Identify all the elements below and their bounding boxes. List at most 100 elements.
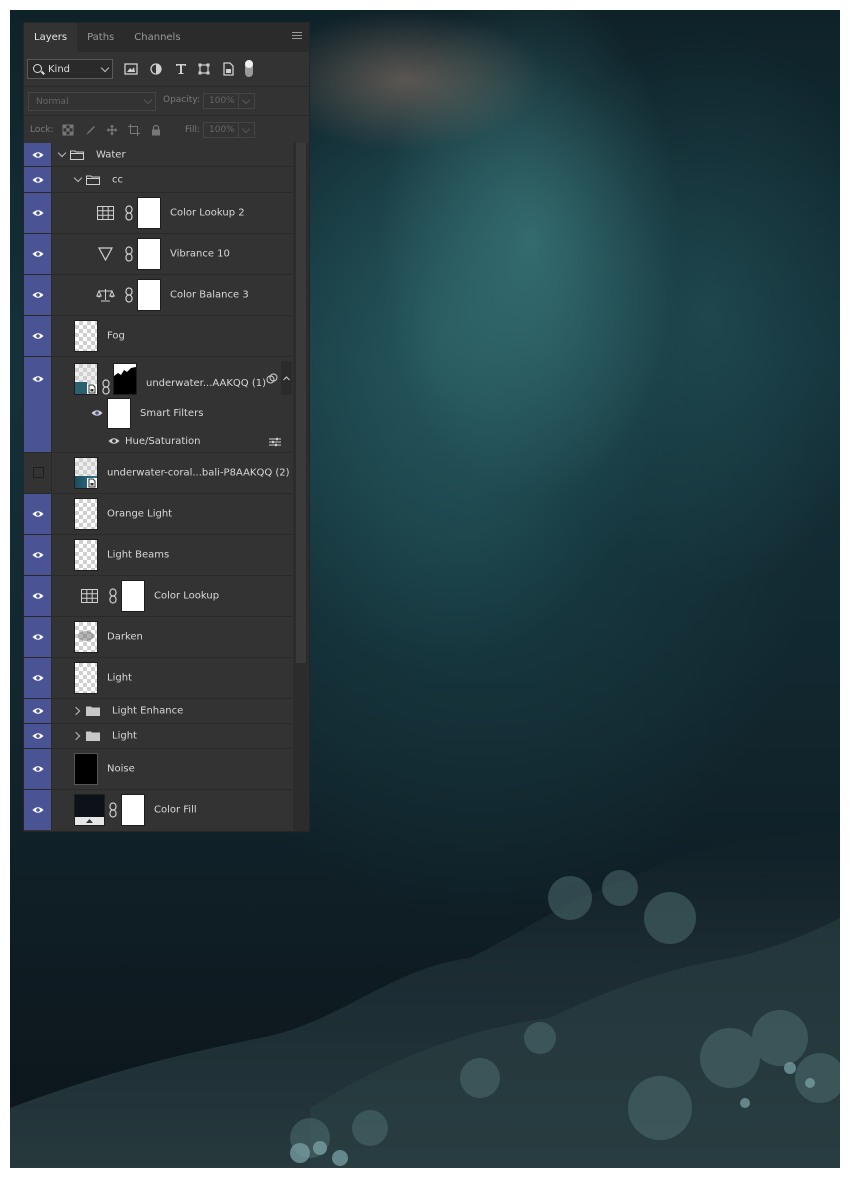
visibility-toggle[interactable]: [24, 143, 52, 166]
link-chain-icon[interactable]: [125, 287, 133, 303]
layer-color-lookup[interactable]: Color Lookup: [24, 576, 292, 617]
layer-orange-light[interactable]: Orange Light: [24, 494, 292, 535]
layer-light-beams[interactable]: Light Beams: [24, 535, 292, 576]
group-collapsed-arrow-icon[interactable]: [71, 706, 81, 716]
visibility-toggle[interactable]: [24, 453, 52, 493]
lock-all-icon[interactable]: [150, 124, 162, 136]
layer-color-lookup-2[interactable]: Color Lookup 2: [24, 193, 292, 234]
visibility-toggle[interactable]: [24, 749, 52, 789]
visibility-toggle[interactable]: [24, 699, 52, 723]
lock-artboard-icon[interactable]: [128, 124, 140, 136]
layer-name: underwater-coral...bali-P8AAKQQ (2): [107, 467, 290, 479]
eye-icon: [32, 733, 44, 739]
folder-open-icon: [70, 150, 84, 160]
layer-thumbnail[interactable]: [74, 498, 98, 530]
layers-scrollbar[interactable]: [293, 143, 309, 831]
filter-kind-select[interactable]: Kind: [27, 59, 113, 79]
tab-layers[interactable]: Layers: [24, 23, 78, 52]
link-chain-icon[interactable]: [109, 588, 117, 604]
layer-vibrance-10[interactable]: Vibrance 10: [24, 234, 292, 275]
type-layer-filter-icon[interactable]: [173, 61, 189, 77]
blend-mode-select[interactable]: Normal: [28, 92, 156, 111]
lock-position-icon[interactable]: [106, 124, 118, 136]
smart-filters-visibility-eye-icon[interactable]: [91, 409, 103, 417]
layer-mask-thumbnail[interactable]: [137, 238, 161, 270]
link-chain-icon[interactable]: [125, 246, 133, 262]
eye-icon: [32, 176, 44, 183]
layer-color-balance-3[interactable]: Color Balance 3: [24, 275, 292, 316]
layer-color-fill[interactable]: Color Fill: [24, 790, 292, 830]
visibility-toggle[interactable]: [24, 790, 52, 830]
group-collapsed-arrow-icon[interactable]: [71, 731, 81, 741]
visibility-toggle[interactable]: [24, 724, 52, 748]
layer-darken[interactable]: Darken: [24, 617, 292, 658]
layer-group-cc[interactable]: cc: [24, 167, 292, 193]
pixel-layer-filter-icon[interactable]: [123, 61, 139, 77]
visibility-toggle[interactable]: [24, 617, 52, 657]
visibility-toggle[interactable]: [24, 357, 52, 452]
layer-fog[interactable]: Fog: [24, 316, 292, 357]
layer-group-water[interactable]: Water: [24, 143, 292, 167]
collapse-effects-button[interactable]: [281, 361, 292, 395]
eye-icon: [32, 376, 44, 382]
link-chain-icon[interactable]: [109, 802, 117, 818]
panel-menu-icon[interactable]: [292, 32, 302, 41]
layer-mask-thumbnail[interactable]: [137, 279, 161, 311]
filter-toggle-switch-icon[interactable]: [243, 57, 255, 79]
color-lookup-grid-icon: [97, 206, 114, 220]
visibility-toggle[interactable]: [24, 316, 52, 356]
visibility-toggle[interactable]: [24, 193, 52, 233]
layer-noise[interactable]: Noise: [24, 749, 292, 790]
fill-field[interactable]: 100%: [203, 122, 255, 138]
filter-name[interactable]: Hue/Saturation: [125, 436, 201, 447]
smart-object-thumbnail[interactable]: [74, 363, 98, 395]
eye-icon: [32, 593, 44, 599]
layer-thumbnail[interactable]: [74, 320, 98, 352]
scrollbar-thumb[interactable]: [296, 143, 306, 663]
group-expand-arrow-icon[interactable]: [73, 173, 83, 182]
blending-options-icon[interactable]: [269, 437, 281, 447]
fill-color-thumbnail[interactable]: [74, 794, 105, 826]
layer-mask-thumbnail[interactable]: [113, 363, 137, 395]
layer-underwater-2[interactable]: underwater-coral...bali-P8AAKQQ (2): [24, 453, 292, 494]
visibility-toggle[interactable]: [24, 275, 52, 315]
visibility-toggle[interactable]: [24, 494, 52, 534]
smart-object-filter-icon[interactable]: [220, 61, 236, 77]
group-expand-arrow-icon[interactable]: [57, 148, 67, 157]
eye-icon: [32, 151, 44, 158]
color-lookup-grid-icon: [81, 589, 98, 603]
link-chain-icon[interactable]: [125, 205, 133, 221]
panel-tabs: Layers Paths Channels: [24, 23, 309, 52]
layer-group-light[interactable]: Light: [24, 724, 292, 749]
layer-mask-thumbnail[interactable]: [137, 197, 161, 229]
smart-filters-mask-thumbnail[interactable]: [107, 398, 131, 429]
smart-filter-overlap-icon[interactable]: [266, 373, 278, 385]
visibility-toggle[interactable]: [24, 234, 52, 274]
visibility-toggle[interactable]: [24, 535, 52, 575]
layer-mask-thumbnail[interactable]: [121, 794, 145, 826]
layer-thumbnail[interactable]: [74, 621, 98, 653]
layer-thumbnail[interactable]: [74, 539, 98, 571]
visibility-toggle[interactable]: [24, 576, 52, 616]
vibrance-triangle-icon: [98, 247, 113, 261]
shape-layer-filter-icon[interactable]: [196, 61, 212, 77]
layer-name: Fog: [107, 330, 125, 342]
chevron-down-icon: [100, 63, 110, 73]
smart-object-thumbnail[interactable]: [74, 457, 98, 489]
layer-mask-thumbnail[interactable]: [121, 580, 145, 612]
layer-light[interactable]: Light: [24, 658, 292, 699]
visibility-toggle[interactable]: [24, 167, 52, 192]
layer-group-light-enhance[interactable]: Light Enhance: [24, 699, 292, 724]
layer-underwater-1[interactable]: underwater...AAKQQ (1) Smart Filters Hue…: [24, 357, 292, 453]
lock-transparency-icon[interactable]: [62, 124, 74, 136]
tab-paths[interactable]: Paths: [77, 23, 124, 52]
layer-thumbnail[interactable]: [74, 662, 98, 694]
link-chain-icon[interactable]: [102, 379, 110, 395]
layer-thumbnail[interactable]: [74, 753, 98, 785]
tab-channels[interactable]: Channels: [124, 23, 190, 52]
filter-visibility-eye-icon[interactable]: [108, 437, 120, 445]
adjustment-layer-filter-icon[interactable]: [148, 61, 164, 77]
visibility-toggle[interactable]: [24, 658, 52, 698]
opacity-field[interactable]: 100%: [203, 93, 255, 109]
lock-image-pixels-icon[interactable]: [84, 124, 96, 136]
